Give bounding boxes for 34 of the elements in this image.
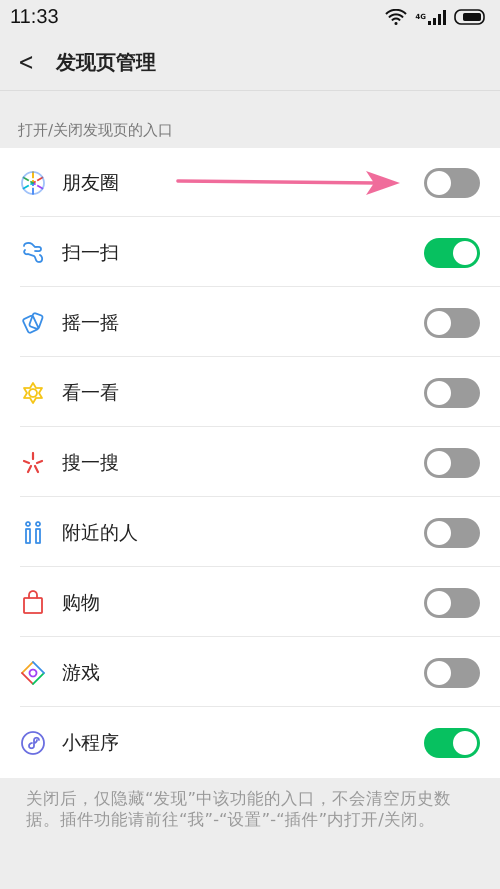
toggle-switch[interactable] xyxy=(424,728,480,758)
toggle-switch[interactable] xyxy=(424,588,480,618)
signal-icon xyxy=(428,9,446,25)
setting-label: 附近的人 xyxy=(62,520,138,546)
toggle-switch[interactable] xyxy=(424,308,480,338)
section-label: 打开/关闭发现页的入口 xyxy=(17,120,174,141)
toggle-switch[interactable] xyxy=(424,518,480,548)
setting-label: 朋友圈 xyxy=(62,170,119,196)
diamond-icon xyxy=(20,660,46,686)
star-icon xyxy=(20,380,46,406)
toggle-switch[interactable] xyxy=(424,658,480,688)
page-title: 发现页管理 xyxy=(56,48,156,76)
footer-note: 关闭后，仅隐藏“发现”中该功能的入口，不会清空历史数据。插件功能请前往“我”-“设置”-“插件”内打开/关闭。 xyxy=(25,788,452,830)
setting-label: 游戏 xyxy=(62,660,100,686)
setting-label: 购物 xyxy=(62,590,100,616)
toggle-switch[interactable] xyxy=(424,378,480,408)
setting-label: 摇一摇 xyxy=(62,310,119,336)
aperture-icon xyxy=(20,170,46,196)
shopping-bag-icon xyxy=(20,590,46,616)
setting-label: 看一看 xyxy=(62,380,119,406)
back-button[interactable]: < xyxy=(18,48,34,76)
setting-label: 扫一扫 xyxy=(62,240,119,266)
setting-label: 搜一搜 xyxy=(62,450,119,476)
link-circle-icon xyxy=(20,730,46,756)
shake-icon xyxy=(20,310,46,336)
battery-icon xyxy=(454,9,486,25)
spark-icon xyxy=(20,450,46,476)
setting-label: 小程序 xyxy=(62,730,119,756)
toggle-switch[interactable] xyxy=(424,168,480,198)
toggle-switch[interactable] xyxy=(424,448,480,478)
status-time: 11:33 xyxy=(10,6,60,28)
toggle-switch[interactable] xyxy=(424,238,480,268)
scan-icon xyxy=(20,240,46,266)
wifi-icon xyxy=(385,9,408,25)
